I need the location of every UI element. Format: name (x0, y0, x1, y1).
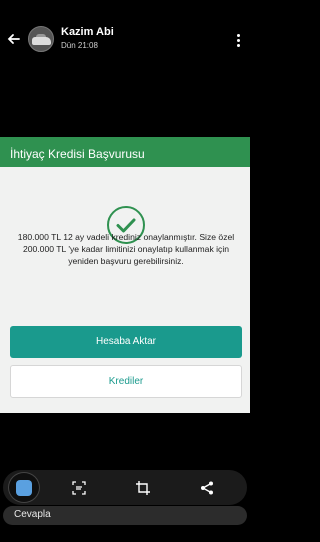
loan-approval-card: İhtiyaç Kredisi Başvurusu 180.000 TL 12 … (0, 137, 250, 413)
sticker-icon[interactable] (8, 472, 40, 503)
crop-icon[interactable] (128, 470, 158, 505)
contact-name[interactable]: Kazim Abi (61, 26, 114, 38)
timestamp: Dün 21:08 (61, 41, 98, 50)
credits-button[interactable]: Krediler (10, 365, 242, 398)
arrow-left-icon[interactable] (7, 32, 21, 46)
screen: Kazim Abi Dün 21:08 İhtiyaç Kredisi Başv… (0, 0, 250, 542)
image-toolbar (3, 470, 247, 505)
reply-label: Cevapla (14, 509, 51, 520)
scan-text-icon[interactable] (64, 470, 94, 505)
reply-field[interactable]: Cevapla (3, 506, 247, 525)
approval-message: 180.000 TL 12 ay vadeli krediniz onaylan… (17, 232, 235, 267)
share-icon[interactable] (192, 470, 222, 505)
transfer-to-account-button[interactable]: Hesaba Aktar (10, 326, 242, 358)
card-title: İhtiyaç Kredisi Başvurusu (0, 137, 250, 167)
top-bar: Kazim Abi Dün 21:08 (0, 22, 250, 58)
avatar[interactable] (28, 26, 54, 52)
more-vertical-icon[interactable] (237, 34, 241, 48)
